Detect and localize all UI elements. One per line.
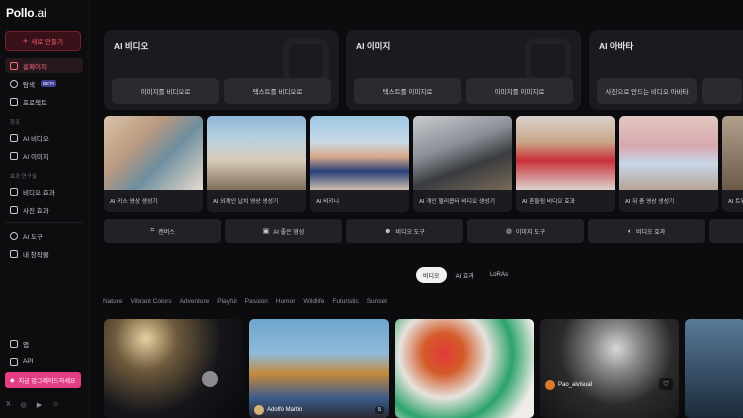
text-to-video-button[interactable]: 텍스트를 비디오로 [224,78,331,104]
template-thumbnail [413,116,512,190]
film-icon: ▣ [262,228,270,235]
sidebar: Pollo.ai + 새로 만들기 홈페이지 탐색 BETA 프로젝트 창조 A… [0,0,90,418]
section-label-create: 창조 [10,120,21,126]
image-tools-icon: ◍ [505,228,512,235]
canvas-icon: ⌗ [150,227,155,234]
photo-effect-icon [10,205,18,214]
template-thumbnail [207,116,306,190]
sidebar-divider [5,222,83,223]
template-thumbnail [516,116,615,190]
home-icon [10,61,18,70]
discord-icon[interactable]: ☺ [52,401,59,409]
section-label-effects: 효과 연구실 [10,174,37,180]
sidebar-item-api[interactable]: API [5,354,83,369]
avatar-second-button[interactable] [702,78,742,104]
phone-icon [10,339,18,348]
pollo-logo[interactable]: Pollo.ai [6,6,47,20]
gallery-item[interactable]: Adolfo Martin 5 [249,319,389,418]
tools-icon [10,231,18,240]
more-tools-button[interactable] [709,219,743,243]
template-card[interactable]: AI 키스 영상 생성기 [104,116,203,212]
gallery-item[interactable] [395,319,534,418]
tab-ai-effects[interactable]: AI 효과 [449,267,481,283]
feed-tabs: 비디오 AI 효과 LoRAs [416,266,515,284]
compass-icon [10,79,18,88]
image-to-image-button[interactable]: 이미지를 이미지로 [466,78,573,104]
sidebar-item-ai-tools[interactable]: AI 도구 [5,228,83,243]
sidebar-item-ai-video[interactable]: AI 비디오 [5,130,83,145]
plus-icon: + [23,35,29,46]
social-links: X ◎ ▶ ☺ [6,401,59,409]
tag-adventure[interactable]: Adventure [180,298,210,305]
gallery-item[interactable]: Pao_aivisual ♡ [540,319,679,418]
folder-icon [10,97,18,106]
tag-wildlife[interactable]: Wildlife [303,298,324,305]
avatar [254,405,264,415]
gallery-item[interactable] [685,319,743,418]
canvas-button[interactable]: ⌗ 캔버스 [104,219,221,243]
template-card[interactable]: AI 트위 [722,116,743,212]
author-name: Pao_aivisual [558,382,593,388]
text-to-image-button[interactable]: 텍스트를 이미지로 [354,78,461,104]
create-new-button[interactable]: + 새로 만들기 [5,31,81,51]
image-to-video-button[interactable]: 이미지를 비디오로 [112,78,219,104]
like-count: 5 [374,406,384,414]
main-content: AI 비디오 이미지를 비디오로 텍스트를 비디오로 AI 이미지 텍스트를 이… [96,0,743,418]
youtube-icon[interactable]: ▶ [37,401,42,409]
feature-card-ai-image: AI 이미지 텍스트를 이미지로 이미지를 이미지로 [346,30,581,110]
video-effects-icon: ◐ [627,227,632,235]
feature-card-ai-video: AI 비디오 이미지를 비디오로 텍스트를 비디오로 [104,30,339,110]
diamond-icon: ◆ [10,377,15,384]
video-tools-icon: ☻ [384,227,392,235]
video-tools-button[interactable]: ☻ 비디오 도구 [346,219,463,243]
feature-title: AI 아바타 [599,41,634,51]
upgrade-button[interactable]: ◆ 지금 업그레이드하세요 [5,372,81,388]
image-tools-button[interactable]: ◍ 이미지 도구 [467,219,584,243]
video-effects-button[interactable]: ◐ 비디오 효과 [588,219,705,243]
sidebar-item-video-effects[interactable]: 비디오 효과 [5,184,83,199]
beta-badge: BETA [40,80,57,87]
tag-sunset[interactable]: Sunset [367,298,387,305]
tab-video[interactable]: 비디오 [416,267,447,283]
sidebar-item-projects[interactable]: 프로젝트 [5,94,83,109]
tag-futuristic[interactable]: Futuristic [332,298,358,305]
sidebar-item-home[interactable]: 홈페이지 [5,58,83,73]
tag-filter-bar: Nature Vibrant Colors Adventure Playful … [103,298,387,305]
avatar [545,380,555,390]
tab-loras[interactable]: LoRAs [483,267,515,283]
template-card[interactable]: AI 뒤 춤 영상 생성기 [619,116,718,212]
template-card[interactable]: AI 흔들림 비디오 효과 [516,116,615,212]
tag-nature[interactable]: Nature [103,298,123,305]
video-effect-icon [10,187,18,196]
sidebar-item-ai-image[interactable]: AI 이미지 [5,148,83,163]
sidebar-item-app[interactable]: 앱 [5,336,83,351]
ai-video-button[interactable]: ▣ AI 좋은 영상 [225,219,342,243]
template-thumbnail [310,116,409,190]
sidebar-item-photo-effects[interactable]: 사진 효과 [5,202,83,217]
creations-icon [10,249,18,258]
gallery-item[interactable] [104,319,243,418]
photo-to-video-avatar-button[interactable]: 사진으로 만드는 비디오 아바타 [597,78,697,104]
template-card[interactable]: AI 개인 헬리콥터 비디오 생성기 [413,116,512,212]
template-thumbnail [722,116,743,190]
sidebar-item-explore[interactable]: 탐색 BETA [5,76,83,91]
tag-humor[interactable]: Humor [276,298,296,305]
feature-card-ai-avatar: AI 아바타 사진으로 만드는 비디오 아바타 [589,30,743,110]
template-thumbnail [104,116,203,190]
x-icon[interactable]: X [6,401,11,409]
instagram-icon[interactable]: ◎ [21,401,27,409]
template-card[interactable]: AI 외계인 납치 영상 생성기 [207,116,306,212]
sidebar-item-my-creations[interactable]: 내 창작물 [5,246,83,261]
api-icon [10,357,18,366]
tag-vibrant-colors[interactable]: Vibrant Colors [131,298,172,305]
tag-passion[interactable]: Passion [245,298,268,305]
heart-icon[interactable]: ♡ [659,378,673,390]
video-icon [10,133,18,142]
template-card[interactable]: AI 비키니 [310,116,409,212]
image-icon [10,151,18,160]
tag-playful[interactable]: Playful [217,298,237,305]
planet-image [202,371,218,387]
template-thumbnail [619,116,718,190]
author-name: Adolfo Martin [267,407,303,413]
